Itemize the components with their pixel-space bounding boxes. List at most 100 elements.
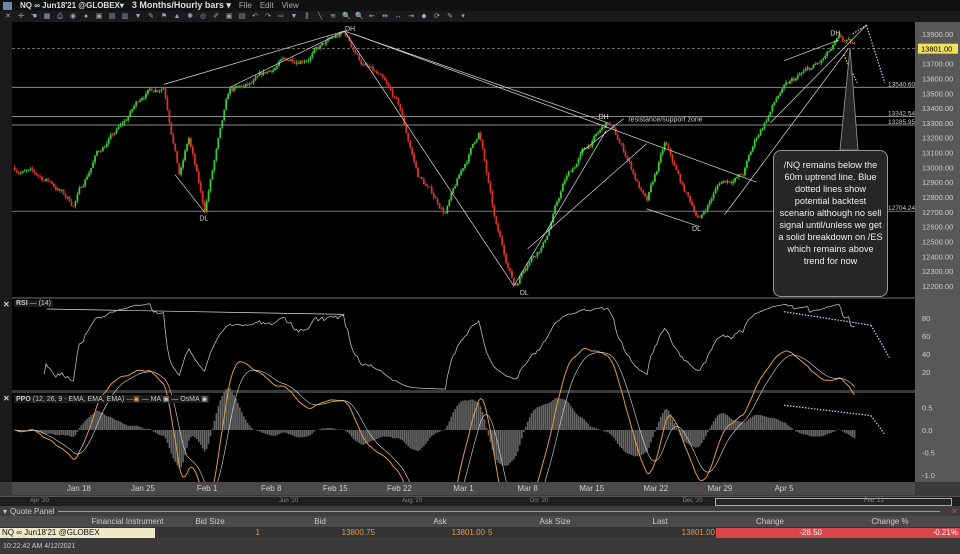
candle-body	[88, 172, 91, 177]
col-last[interactable]: Last	[640, 517, 680, 527]
osma-bar	[779, 420, 781, 430]
bars-icon[interactable]: ⫼	[303, 13, 311, 21]
sync-icon[interactable]: ⟳	[433, 13, 441, 21]
candle-body	[49, 180, 51, 182]
osma-bar	[636, 430, 639, 457]
symbol-selector[interactable]: NQ ∞ Jun18'21 @GLOBEX▾	[20, 1, 124, 10]
candle-body	[847, 39, 850, 40]
candle-body	[29, 168, 32, 170]
palette-icon[interactable]: ◆	[420, 13, 428, 21]
scroll-date-label: Feb '21	[864, 498, 884, 504]
osma-bar	[188, 430, 190, 441]
hand-icon[interactable]: ☚	[30, 13, 38, 21]
print-icon[interactable]: ⎙	[56, 13, 64, 21]
osma-bar	[272, 430, 274, 436]
osma-bar	[818, 430, 821, 437]
layout-icon[interactable]: ▤	[108, 13, 116, 21]
candle-body	[851, 43, 854, 44]
instrument-cell[interactable]: NQ ∞ Jun18'21 @GLOBEX	[0, 528, 155, 538]
col-change[interactable]: Change	[740, 517, 800, 527]
line-icon[interactable]: ╲	[316, 13, 324, 21]
triangle-icon[interactable]: ▼	[290, 13, 298, 21]
osma-bar	[479, 406, 482, 430]
menu-view[interactable]: View	[282, 1, 299, 10]
draw-icon[interactable]: ✎	[147, 13, 155, 21]
ppo-tick: -0.5	[922, 449, 935, 458]
link-icon[interactable]: ⇨	[277, 13, 285, 21]
gear-icon[interactable]: ✺	[186, 13, 194, 21]
collapse-icon[interactable]: ▾	[3, 507, 7, 516]
candle-body	[473, 141, 476, 144]
mountain-icon[interactable]: ▲	[173, 13, 181, 21]
close-ppo-icon[interactable]: ✕	[3, 394, 10, 403]
col-bid[interactable]: Bid	[300, 517, 340, 527]
scroll-thumb[interactable]	[715, 498, 952, 506]
circle-icon[interactable]: ●	[82, 13, 90, 21]
history-scrollbar[interactable]: Apr '20 Jun '20 Aug '20 Oct '20 Dec '20 Feb '…	[0, 496, 960, 506]
zoom-out-icon[interactable]: 🔍	[355, 13, 364, 21]
refresh-icon[interactable]: ◉	[69, 13, 77, 21]
col-ask-size[interactable]: Ask Size	[525, 517, 585, 527]
osma-bar	[415, 430, 417, 451]
dropdown-icon[interactable]: ▾	[459, 13, 467, 21]
pencil-icon[interactable]: ✐	[212, 13, 220, 21]
candle-body	[497, 224, 500, 232]
quote-row[interactable]: NQ ∞ Jun18'21 @GLOBEX 1 13800.75 13801.0…	[0, 527, 960, 538]
zoom-in-icon[interactable]: 🔍	[342, 13, 351, 21]
period-selector[interactable]: 3 Months/Hourly bars ▾	[132, 0, 231, 11]
candle-body	[822, 58, 825, 60]
osma-bar	[256, 430, 259, 432]
template-icon[interactable]: ▤	[238, 13, 246, 21]
osma-bar	[796, 430, 799, 433]
image-icon[interactable]: ▣	[95, 13, 103, 21]
candle-body	[370, 66, 372, 68]
col-ask[interactable]: Ask	[420, 517, 460, 527]
candle-body	[115, 128, 118, 134]
crosshair-icon[interactable]: ✛	[17, 13, 25, 21]
osma-bar	[295, 430, 298, 437]
osma-bar	[611, 430, 613, 436]
osma-bar	[428, 430, 431, 438]
osma-bar	[350, 430, 353, 437]
save-icon[interactable]: ▣	[225, 13, 233, 21]
col-change-pct[interactable]: Change %	[860, 517, 920, 527]
close-rsi-icon[interactable]: ✕	[3, 300, 10, 309]
candle-body	[556, 201, 558, 206]
osma-bar	[147, 428, 149, 430]
candle-body	[644, 193, 646, 197]
shift-icon[interactable]: ⇹	[381, 13, 389, 21]
pivot-label: DH	[599, 114, 609, 121]
menu-edit[interactable]: Edit	[260, 1, 274, 10]
osma-bar	[806, 430, 809, 435]
col-bid-size[interactable]: Bid Size	[180, 517, 240, 527]
change-pct-cell: -0.21%	[830, 528, 960, 538]
osma-bar	[352, 430, 355, 439]
osma-bar	[771, 417, 774, 430]
target-icon[interactable]: ◎	[199, 13, 207, 21]
expand-icon[interactable]: ↔	[394, 13, 402, 21]
candle-body	[280, 59, 282, 62]
osma-bar	[123, 423, 126, 430]
grid-icon[interactable]: ▦	[43, 13, 51, 21]
candle-body	[761, 128, 764, 130]
candle-body	[268, 70, 271, 72]
close-panel-icon[interactable]: ✕	[951, 507, 958, 516]
candle-body	[704, 211, 707, 212]
candle-body	[80, 187, 83, 188]
pivot-label: DL	[692, 226, 701, 233]
wrench-icon[interactable]: ✎	[446, 13, 454, 21]
cursor-icon[interactable]: ✕	[4, 13, 12, 21]
date-tick: Feb 22	[386, 484, 412, 493]
osma-bar	[217, 406, 220, 430]
indicator-icon[interactable]: ⚑	[160, 13, 168, 21]
candle-body	[432, 193, 435, 198]
redo-icon[interactable]: ↷	[264, 13, 272, 21]
shift-left-icon[interactable]: ⇤	[368, 13, 376, 21]
fib-icon[interactable]: ≋	[329, 13, 337, 21]
window-icon[interactable]: ▥	[121, 13, 129, 21]
compress-icon[interactable]: ⇥	[407, 13, 415, 21]
menu-file[interactable]: File	[239, 1, 252, 10]
undo-icon[interactable]: ↶	[251, 13, 259, 21]
osma-bar	[235, 398, 237, 430]
filter-icon[interactable]: ▼	[134, 13, 142, 21]
